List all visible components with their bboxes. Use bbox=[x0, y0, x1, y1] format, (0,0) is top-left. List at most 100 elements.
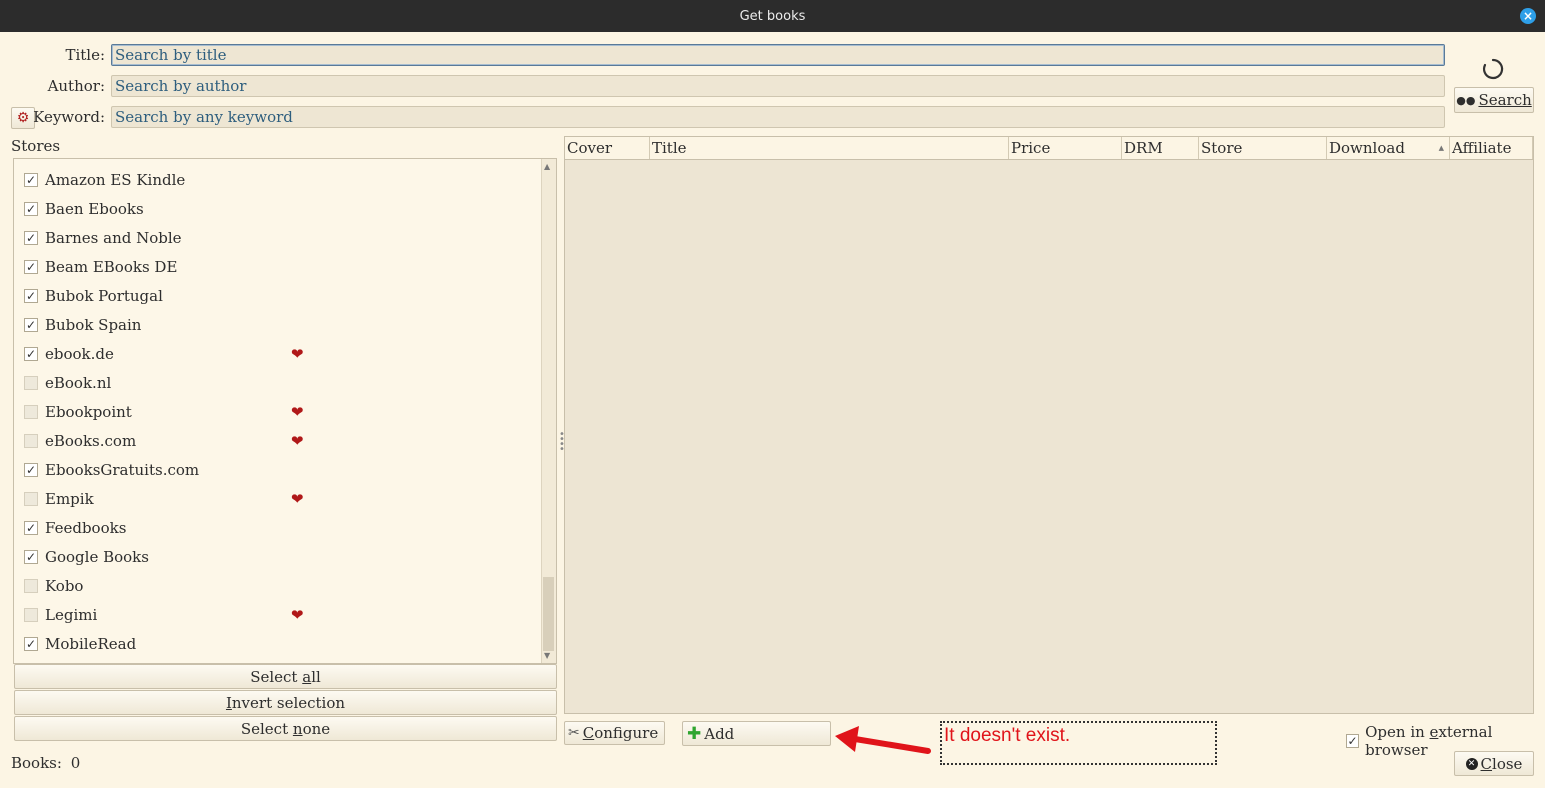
column-header[interactable]: DRM bbox=[1122, 137, 1199, 159]
store-item[interactable]: ✓ Google Books bbox=[24, 546, 314, 568]
binoculars-icon: ●● bbox=[1456, 93, 1476, 107]
column-header[interactable]: Cover bbox=[565, 137, 650, 159]
select-all-button[interactable]: Select all bbox=[14, 664, 557, 689]
column-header[interactable]: Price bbox=[1009, 137, 1122, 159]
store-item[interactable]: Legimi ❤ bbox=[24, 604, 314, 626]
store-item[interactable]: Kobo bbox=[24, 575, 314, 597]
store-item[interactable]: Ebookpoint ❤ bbox=[24, 401, 314, 423]
heart-icon: ❤ bbox=[291, 403, 304, 421]
store-name: Empik bbox=[45, 490, 94, 508]
store-checkbox[interactable]: ✓ bbox=[24, 289, 38, 303]
store-name: Beam EBooks DE bbox=[45, 258, 178, 276]
store-item[interactable]: ✓ ebook.de ❤ bbox=[24, 343, 314, 365]
scroll-up-icon[interactable]: ▲ bbox=[544, 162, 550, 171]
store-checkbox[interactable] bbox=[24, 376, 38, 390]
store-item[interactable]: ✓ Baen Ebooks bbox=[24, 198, 314, 220]
store-checkbox[interactable]: ✓ bbox=[24, 173, 38, 187]
store-name: EbooksGratuits.com bbox=[45, 461, 200, 479]
add-button[interactable]: ✚ Add bbox=[682, 721, 831, 746]
title-placeholder: Search by title bbox=[115, 46, 227, 64]
title-label-text: Title: bbox=[65, 46, 105, 64]
store-item[interactable]: ✓ Amazon ES Kindle bbox=[24, 169, 314, 191]
store-checkbox[interactable]: ✓ bbox=[24, 260, 38, 274]
select-all-label: Select all bbox=[250, 668, 321, 686]
store-item[interactable]: ✓ Feedbooks bbox=[24, 517, 314, 539]
title-search-input[interactable]: Search by title bbox=[111, 44, 1445, 66]
store-item[interactable]: ✓ Barnes and Noble bbox=[24, 227, 314, 249]
column-header-label: Affiliate bbox=[1452, 139, 1512, 157]
select-all-mnemonic: a bbox=[302, 667, 312, 686]
configure-mnemonic: C bbox=[582, 724, 595, 742]
store-checkbox[interactable]: ✓ bbox=[24, 521, 38, 535]
keyword-placeholder: Search by any keyword bbox=[115, 108, 293, 126]
search-button[interactable]: ●● Search bbox=[1454, 87, 1534, 113]
close-button[interactable]: ✕ Close bbox=[1454, 751, 1534, 776]
store-checkbox[interactable]: ✓ bbox=[24, 550, 38, 564]
author-search-input[interactable]: Search by author bbox=[111, 75, 1445, 97]
sort-ascending-icon: ▲ bbox=[1438, 144, 1444, 152]
scrollbar-thumb[interactable] bbox=[543, 577, 554, 651]
annotation-text: It doesn't exist. bbox=[944, 725, 1071, 746]
store-name: ebook.de bbox=[45, 345, 114, 363]
store-name: Bubok Portugal bbox=[45, 287, 163, 305]
stores-scrollbar[interactable]: ▲ ▼ bbox=[541, 159, 556, 663]
store-item[interactable]: Empik ❤ bbox=[24, 488, 314, 510]
add-label: Add bbox=[704, 724, 735, 743]
search-button-label: Search bbox=[1478, 91, 1532, 109]
column-header[interactable]: Title bbox=[650, 137, 1009, 159]
window-close-icon[interactable]: × bbox=[1520, 8, 1536, 24]
close-label: Close bbox=[1481, 755, 1523, 773]
store-checkbox[interactable] bbox=[24, 579, 38, 593]
store-checkbox[interactable]: ✓ bbox=[24, 637, 38, 651]
configure-post: onfigure bbox=[594, 724, 659, 742]
heart-icon: ❤ bbox=[291, 606, 304, 624]
heart-icon: ❤ bbox=[291, 432, 304, 450]
store-item[interactable]: ✓ MobileRead bbox=[24, 633, 314, 655]
store-checkbox[interactable]: ✓ bbox=[24, 318, 38, 332]
column-header-label: Cover bbox=[567, 139, 613, 157]
stores-list[interactable]: ▲ ▼ ✓ Amazon ES Kindle ✓ Baen Ebooks ✓ Barnes… bbox=[13, 158, 557, 664]
store-checkbox[interactable]: ✓ bbox=[24, 202, 38, 216]
select-all-post: ll bbox=[311, 667, 321, 686]
store-item[interactable]: ✓ Bubok Spain bbox=[24, 314, 314, 336]
results-table[interactable]: Cover Title Price DRM Store Download ▲ Affiliat… bbox=[564, 136, 1534, 714]
store-item[interactable]: ✓ EbooksGratuits.com bbox=[24, 459, 314, 481]
store-name: eBook.nl bbox=[45, 374, 112, 392]
store-checkbox[interactable] bbox=[24, 434, 38, 448]
select-none-button[interactable]: Select none bbox=[14, 716, 557, 741]
window-title: Get books bbox=[739, 8, 806, 24]
store-checkbox[interactable]: ✓ bbox=[24, 463, 38, 477]
books-count: 0 bbox=[70, 754, 81, 772]
invert-selection-button[interactable]: Invert selection bbox=[14, 690, 557, 715]
invert-post: nvert selection bbox=[231, 693, 346, 712]
column-header-label: Store bbox=[1201, 139, 1243, 157]
store-checkbox[interactable]: ✓ bbox=[24, 231, 38, 245]
store-name: Baen Ebooks bbox=[45, 200, 144, 218]
column-header[interactable]: Download ▲ bbox=[1327, 137, 1450, 159]
configure-button[interactable]: ✂ Configure bbox=[564, 721, 665, 745]
store-checkbox[interactable] bbox=[24, 608, 38, 622]
store-checkbox[interactable] bbox=[24, 492, 38, 506]
annotation-box: It doesn't exist. bbox=[940, 721, 1217, 765]
store-item[interactable]: eBooks.com ❤ bbox=[24, 430, 314, 452]
column-header[interactable]: Store bbox=[1199, 137, 1327, 159]
scroll-down-icon[interactable]: ▼ bbox=[544, 651, 550, 660]
store-name: eBooks.com bbox=[45, 432, 137, 450]
configure-label: Configure bbox=[583, 724, 659, 742]
store-item[interactable]: ✓ Beam EBooks DE bbox=[24, 256, 314, 278]
store-item[interactable]: ✓ Bubok Portugal bbox=[24, 285, 314, 307]
store-name: Kobo bbox=[45, 577, 84, 595]
column-header-label: Title bbox=[652, 139, 687, 157]
store-checkbox[interactable] bbox=[24, 405, 38, 419]
store-name: MobileRead bbox=[45, 635, 137, 653]
store-item[interactable]: eBook.nl bbox=[24, 372, 314, 394]
keyword-search-input[interactable]: Search by any keyword bbox=[111, 106, 1445, 128]
select-all-pre: Select bbox=[250, 667, 303, 686]
store-name: Bubok Spain bbox=[45, 316, 142, 334]
store-checkbox[interactable]: ✓ bbox=[24, 347, 38, 361]
store-name: Amazon ES Kindle bbox=[45, 171, 186, 189]
column-header[interactable]: Affiliate bbox=[1450, 137, 1533, 159]
heart-icon: ❤ bbox=[291, 345, 304, 363]
author-label-text: Author: bbox=[47, 77, 105, 95]
open-external-checkbox[interactable]: ✓ bbox=[1346, 734, 1360, 748]
